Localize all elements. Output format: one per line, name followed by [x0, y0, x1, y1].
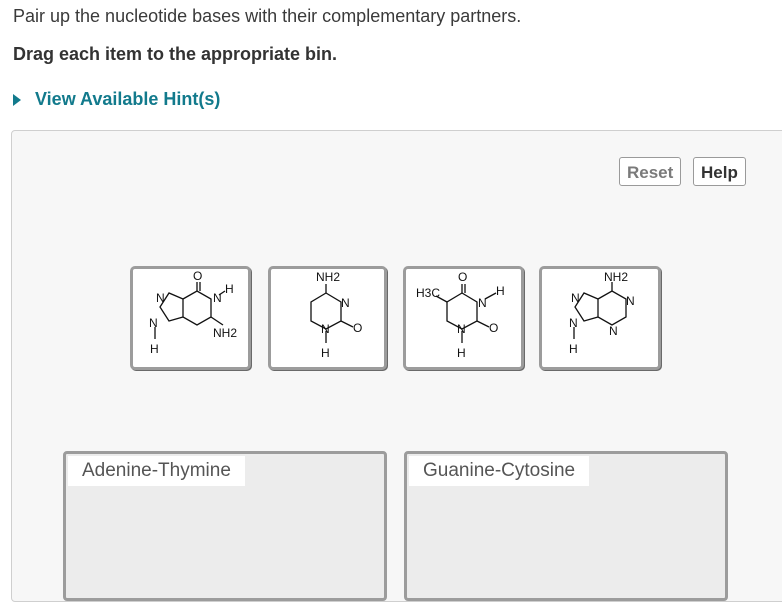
cytosine-o-label: O [353, 321, 362, 335]
guanine-h-bottom-label: H [150, 342, 159, 356]
draggable-tile-guanine[interactable]: O N H N N NH2 H [130, 266, 251, 370]
thymine-o-top-label: O [458, 270, 467, 284]
cytosine-structure-image: NH2 N N O H [310, 270, 362, 360]
guanine-h-top-label: H [225, 282, 234, 296]
drag-instruction: Drag each item to the appropriate bin. [13, 44, 338, 64]
thymine-o-right-label: O [489, 321, 498, 335]
thymine-h3c-label: H3C [416, 286, 440, 300]
guanine-n-top-label: N [213, 291, 222, 305]
question-prompt: Pair up the nucleotide bases with their … [13, 6, 522, 26]
adenine-nh2-label: NH2 [604, 270, 628, 284]
thymine-n-bottom-label: N [457, 322, 466, 336]
help-button[interactable]: Help [693, 157, 746, 186]
thymine-n-right-label: N [478, 296, 487, 310]
draggable-tile-thymine[interactable]: O H3C N H N O H [403, 266, 524, 370]
bin-adenine-thymine[interactable]: Adenine-Thymine [63, 451, 387, 601]
view-hints-link[interactable]: View Available Hint(s) [13, 89, 220, 110]
bin-guanine-cytosine[interactable]: Guanine-Cytosine [404, 451, 728, 601]
guanine-n-bottom-label: N [149, 316, 158, 330]
bin-label-adenine-thymine: Adenine-Thymine [68, 456, 245, 486]
cytosine-h-bottom-label: H [321, 346, 330, 360]
adenine-n-top-left-label: N [571, 291, 580, 305]
guanine-o-label: O [193, 269, 202, 283]
view-hints-label: View Available Hint(s) [35, 89, 221, 109]
draggable-tile-adenine[interactable]: NH2 N N N N H [539, 266, 661, 370]
thymine-structure-image: O H3C N H N O H [416, 270, 505, 360]
reset-button[interactable]: Reset [619, 157, 682, 186]
cytosine-n-right-label: N [341, 296, 350, 310]
guanine-n-left-label: N [156, 291, 165, 305]
guanine-structure-image: O N H N N NH2 H [149, 269, 237, 356]
adenine-h-bottom-label: H [569, 342, 578, 356]
adenine-n-bottom-label: N [609, 324, 618, 338]
draggable-tile-cytosine[interactable]: NH2 N N O H [268, 266, 387, 370]
caret-right-icon [13, 93, 21, 106]
cytosine-n-bottom-label: N [321, 322, 330, 336]
guanine-nh2-label: NH2 [213, 326, 237, 340]
thymine-h-bottom-label: H [457, 346, 466, 360]
bin-label-guanine-cytosine: Guanine-Cytosine [409, 456, 590, 486]
adenine-structure-image: NH2 N N N N H [569, 270, 635, 356]
adenine-n-right-label: N [626, 294, 635, 308]
adenine-n-left-label: N [569, 316, 578, 330]
thymine-h-right-label: H [496, 284, 505, 298]
cytosine-nh2-label: NH2 [316, 270, 340, 284]
